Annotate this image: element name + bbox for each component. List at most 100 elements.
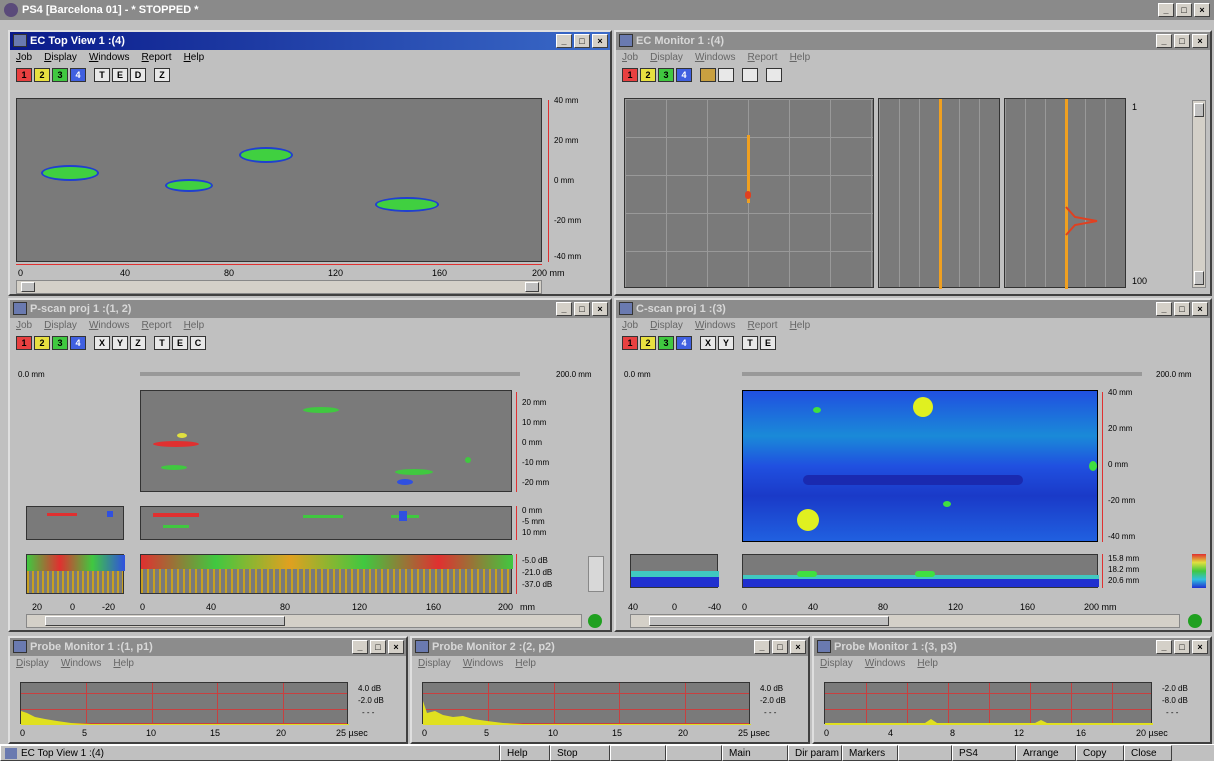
empty-button[interactable] (666, 745, 722, 761)
close-button[interactable]: × (592, 34, 608, 48)
menu-report[interactable]: Report (748, 50, 778, 66)
empty-button[interactable] (898, 745, 952, 761)
p-scan-top-plot[interactable] (140, 390, 512, 492)
channel-1-button[interactable]: 1 (622, 68, 638, 82)
menu-job[interactable]: Job (622, 318, 638, 334)
channel-3-button[interactable]: 3 (52, 68, 68, 82)
window-title-bar[interactable]: Probe Monitor 1 :(1, p1) _ □ × (10, 638, 406, 656)
maximize-button[interactable]: □ (1174, 302, 1190, 316)
close-button[interactable]: × (1192, 34, 1208, 48)
minimize-button[interactable]: _ (556, 302, 572, 316)
dir-param-button[interactable]: Dir param (788, 745, 842, 761)
channel-2-button[interactable]: 2 (34, 68, 50, 82)
channel-2-button[interactable]: 2 (34, 336, 50, 350)
window-title-bar[interactable]: P-scan proj 1 :(1, 2) _ □ × (10, 300, 610, 318)
channel-3-button[interactable]: 3 (658, 68, 674, 82)
cursor-icon[interactable] (742, 68, 758, 82)
close-button[interactable]: Close (1124, 745, 1172, 761)
channel-4-button[interactable]: 4 (70, 336, 86, 350)
menu-windows[interactable]: Windows (89, 318, 130, 334)
menu-windows[interactable]: Windows (61, 656, 102, 672)
channel-3-button[interactable]: 3 (52, 336, 68, 350)
t-button[interactable]: T (94, 68, 110, 82)
menu-help[interactable]: Help (113, 656, 134, 672)
menu-windows[interactable]: Windows (695, 50, 736, 66)
horizontal-scrollbar[interactable] (630, 614, 1180, 628)
menu-job[interactable]: Job (16, 50, 32, 66)
window-title-bar[interactable]: Probe Monitor 2 :(2, p2) _ □ × (412, 638, 808, 656)
channel-2-button[interactable]: 2 (640, 336, 656, 350)
menu-report[interactable]: Report (142, 50, 172, 66)
close-button[interactable]: × (1192, 302, 1208, 316)
t-button[interactable]: T (742, 336, 758, 350)
minimize-button[interactable]: _ (1156, 34, 1172, 48)
minimize-button[interactable]: _ (1156, 302, 1172, 316)
menu-display[interactable]: Display (16, 656, 49, 672)
minimize-button[interactable]: _ (352, 640, 368, 654)
channel-2-button[interactable]: 2 (640, 68, 656, 82)
channel-1-button[interactable]: 1 (16, 68, 32, 82)
y-button[interactable]: Y (112, 336, 128, 350)
menu-help[interactable]: Help (515, 656, 536, 672)
close-button[interactable]: × (790, 640, 806, 654)
channel-4-button[interactable]: 4 (676, 68, 692, 82)
channel-3-button[interactable]: 3 (658, 336, 674, 350)
maximize-button[interactable]: □ (574, 34, 590, 48)
menu-display[interactable]: Display (418, 656, 451, 672)
menu-display[interactable]: Display (820, 656, 853, 672)
d-button[interactable]: D (130, 68, 146, 82)
e-button[interactable]: E (760, 336, 776, 350)
close-button[interactable]: × (1192, 640, 1208, 654)
menu-help[interactable]: Help (917, 656, 938, 672)
copy-button[interactable]: Copy (1076, 745, 1124, 761)
x-button[interactable]: X (700, 336, 716, 350)
minimize-button[interactable]: _ (556, 34, 572, 48)
channel-1-button[interactable]: 1 (16, 336, 32, 350)
vertical-scrollbar[interactable] (1192, 100, 1206, 288)
top-view-plot[interactable] (16, 98, 542, 262)
menu-job[interactable]: Job (16, 318, 32, 334)
maximize-button[interactable]: □ (1176, 3, 1192, 17)
e-button[interactable]: E (112, 68, 128, 82)
menu-help[interactable]: Help (184, 50, 205, 66)
minimize-button[interactable]: _ (754, 640, 770, 654)
window-title-bar[interactable]: EC Monitor 1 :(4) _ □ × (616, 32, 1210, 50)
palette-icon[interactable] (700, 68, 716, 82)
c-scan-plot[interactable] (742, 390, 1098, 542)
bars-icon[interactable] (718, 68, 734, 82)
zoom-icon[interactable] (766, 68, 782, 82)
markers-button[interactable]: Markers (842, 745, 898, 761)
z-button[interactable]: Z (130, 336, 146, 350)
zoom-button[interactable]: Z (154, 68, 170, 82)
window-title-bar[interactable]: Probe Monitor 1 :(3, p3) _ □ × (814, 638, 1210, 656)
menu-windows[interactable]: Windows (695, 318, 736, 334)
e-button[interactable]: E (172, 336, 188, 350)
menu-help[interactable]: Help (184, 318, 205, 334)
minimize-button[interactable]: _ (1156, 640, 1172, 654)
minimize-button[interactable]: _ (1158, 3, 1174, 17)
main-button[interactable]: Main (722, 745, 788, 761)
menu-windows[interactable]: Windows (463, 656, 504, 672)
impedance-plane-plot[interactable] (624, 98, 874, 288)
y-button[interactable]: Y (718, 336, 734, 350)
help-button[interactable]: Help (500, 745, 550, 761)
menu-display[interactable]: Display (44, 50, 77, 66)
close-button[interactable]: × (592, 302, 608, 316)
channel-1-button[interactable]: 1 (622, 336, 638, 350)
t-button[interactable]: T (154, 336, 170, 350)
maximize-button[interactable]: □ (1174, 34, 1190, 48)
menu-help[interactable]: Help (790, 50, 811, 66)
menu-report[interactable]: Report (748, 318, 778, 334)
maximize-button[interactable]: □ (370, 640, 386, 654)
menu-report[interactable]: Report (142, 318, 172, 334)
horizontal-scrollbar[interactable] (26, 614, 582, 628)
stop-button[interactable]: Stop (550, 745, 610, 761)
window-title-bar[interactable]: C-scan proj 1 :(3) _ □ × (616, 300, 1210, 318)
channel-4-button[interactable]: 4 (70, 68, 86, 82)
menu-help[interactable]: Help (790, 318, 811, 334)
maximize-button[interactable]: □ (1174, 640, 1190, 654)
x-button[interactable]: X (94, 336, 110, 350)
channel-4-button[interactable]: 4 (676, 336, 692, 350)
maximize-button[interactable]: □ (772, 640, 788, 654)
ps4-button[interactable]: PS4 (952, 745, 1016, 761)
